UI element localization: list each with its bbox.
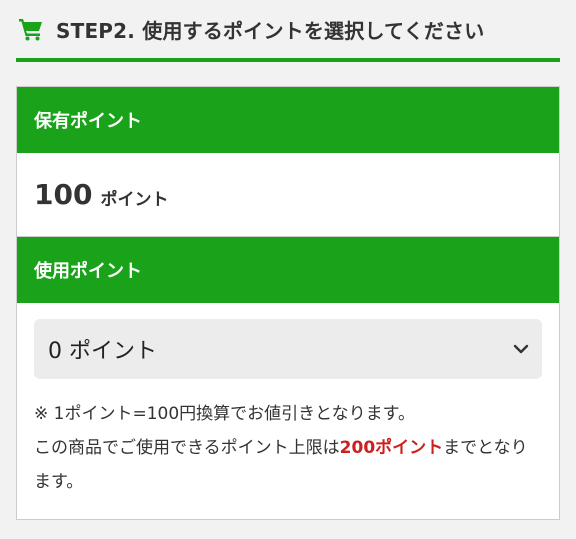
use-points-body: 0 ポイント ※ 1ポイント=100円換算でお値引きとなります。 この商品でご使… — [17, 303, 559, 499]
points-panel: 保有ポイント 100 ポイント 使用ポイント 0 ポイント ※ 1ポイント=10… — [16, 86, 560, 520]
step-title: STEP2. 使用するポイントを選択してください — [56, 18, 485, 43]
points-notes: ※ 1ポイント=100円換算でお値引きとなります。 この商品でご使用できるポイン… — [34, 397, 542, 499]
limit-note-text: この商品でご使用できるポイント上限は — [34, 438, 340, 458]
held-points-heading: 保有ポイント — [17, 87, 559, 153]
held-points-unit: ポイント — [100, 190, 169, 210]
limit-note: この商品でご使用できるポイント上限は200ポイントまでとなります。 — [34, 431, 542, 499]
use-points-heading: 使用ポイント — [17, 237, 559, 303]
use-points-select-value: 0 ポイント — [48, 339, 157, 364]
use-points-select[interactable]: 0 ポイント — [34, 319, 542, 379]
step-header: STEP2. 使用するポイントを選択してください — [16, 0, 560, 62]
held-points-value: 100 — [34, 178, 93, 211]
conversion-note: ※ 1ポイント=100円換算でお値引きとなります。 — [34, 404, 415, 424]
point-limit-value: 200ポイント — [339, 438, 444, 458]
held-points-heading-label: 保有ポイント — [34, 111, 142, 132]
held-points-row: 100 ポイント — [17, 153, 559, 237]
shopping-cart-icon — [18, 16, 44, 42]
chevron-down-icon — [512, 340, 530, 358]
use-points-heading-label: 使用ポイント — [34, 261, 142, 282]
